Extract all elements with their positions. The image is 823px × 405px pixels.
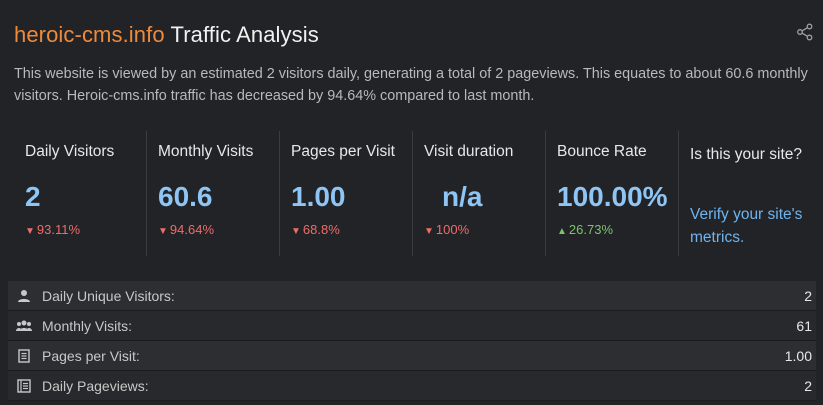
metric-value: 100.00% [557,181,668,212]
metric-label: Pages per Visit [291,143,395,160]
metric-value: n/a [442,181,483,212]
triangle-down-icon: ▼ [158,226,168,237]
metric-change: ▼ 68.8% [291,222,340,237]
metric-pages-per-visit: Pages per Visit 1.00 ▼ 68.8% [280,131,413,256]
metric-change: ▲ 26.73% [557,222,613,237]
metric-change: ▼ 93.11% [25,222,81,237]
verify-site-box: Is this your site? Verify your site's me… [679,131,813,256]
metric-visit-duration: Visit duration n/a ▼ 100% [413,131,546,256]
table-row: Daily Pageviews: 2 [8,371,816,401]
verify-metrics-link[interactable]: Verify your site's metrics. [690,203,805,249]
row-value: 2 [804,377,812,394]
row-label: Daily Unique Visitors: [42,287,175,304]
row-label: Daily Pageviews: [42,377,149,394]
people-icon [16,318,32,334]
metric-label: Daily Visitors [25,143,115,160]
verify-title: Is this your site? [690,146,802,163]
triangle-down-icon: ▼ [424,226,434,237]
row-value: 1.00 [784,347,812,364]
row-label: Pages per Visit: [42,347,140,364]
metric-value: 1.00 [291,181,346,212]
triangle-down-icon: ▼ [25,226,35,237]
site-domain: heroic-cms.info [14,22,165,47]
table-row: Pages per Visit: 1.00 [8,341,816,371]
stats-table: Daily Unique Visitors: 2 Monthly Visits:… [8,281,816,401]
triangle-down-icon: ▼ [291,226,301,237]
metric-bounce-rate: Bounce Rate 100.00% ▲ 26.73% [546,131,679,256]
row-value: 2 [804,287,812,304]
title-suffix: Traffic Analysis [170,22,319,47]
share-icon[interactable] [795,22,815,42]
page-icon [16,348,32,364]
table-row: Daily Unique Visitors: 2 [8,281,816,311]
metric-change: ▼ 100% [424,222,470,237]
row-label: Monthly Visits: [42,317,132,334]
metrics-panel: Daily Visitors 2 ▼ 93.11% Monthly Visits … [14,131,813,256]
person-icon [16,288,32,304]
pages-icon [16,378,32,394]
metric-label: Monthly Visits [158,143,254,160]
triangle-up-icon: ▲ [557,226,567,237]
table-row: Monthly Visits: 61 [8,311,816,341]
metric-monthly-visits: Monthly Visits 60.6 ▼ 94.64% [147,131,280,256]
metric-change: ▼ 94.64% [158,222,214,237]
row-value: 61 [796,317,812,334]
metric-daily-visitors: Daily Visitors 2 ▼ 93.11% [14,131,147,256]
metric-label: Visit duration [424,143,514,160]
page-title: heroic-cms.info Traffic Analysis [14,22,319,48]
metric-label: Bounce Rate [557,143,647,160]
traffic-description: This website is viewed by an estimated 2… [14,66,808,104]
metric-value: 60.6 [158,181,213,212]
metric-value: 2 [25,181,41,212]
